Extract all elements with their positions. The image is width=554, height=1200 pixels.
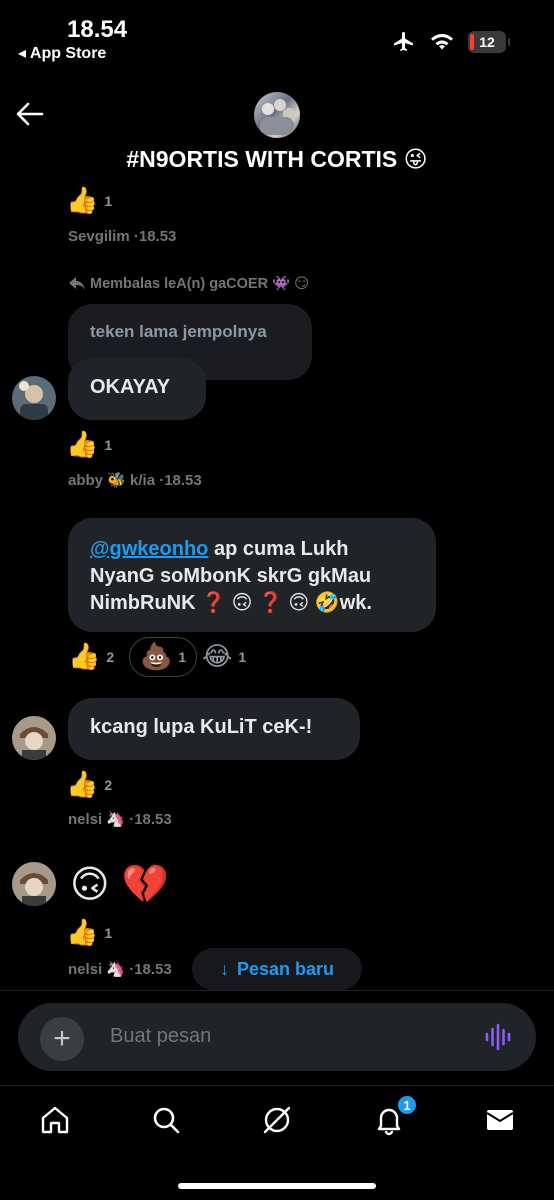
message-meta: nelsi 🦄 ·18.53 (68, 811, 172, 828)
thumbs-up-reaction: 👍 (68, 642, 101, 672)
group-avatar[interactable] (254, 92, 300, 138)
voice-message-icon[interactable] (484, 1023, 512, 1051)
notification-badge: 1 (396, 1094, 418, 1116)
message-input[interactable]: Buat pesan (110, 1025, 211, 1048)
reaction-row[interactable]: 👍 1 (66, 432, 112, 458)
reaction-pill-laugh[interactable]: 😂 1 (192, 637, 256, 677)
status-icons: 12 (392, 30, 510, 54)
battery-level: 12 (479, 34, 495, 50)
back-arrow-icon[interactable] (14, 100, 46, 128)
poop-reaction: 💩 (140, 642, 173, 672)
mail-icon (486, 1110, 514, 1130)
message-line: NimbRuNK ❓ 🙃 ❓ 🙃 🤣wk. (90, 592, 372, 614)
tab-grok[interactable] (257, 1100, 297, 1140)
avatar-image (12, 862, 56, 906)
tab-search[interactable] (146, 1100, 186, 1140)
reaction-count: 2 (106, 649, 115, 665)
new-messages-label: Pesan baru (236, 958, 335, 979)
grok-icon (263, 1106, 291, 1134)
home-indicator (178, 1183, 376, 1189)
avatar-image (12, 376, 56, 420)
thumbs-up-reaction: 👍 (66, 430, 99, 460)
message-meta: Sevgilim ·18.53 (68, 228, 177, 245)
back-to-app-store[interactable]: ◂ App Store (18, 43, 106, 63)
reaction-count: 1 (238, 649, 247, 665)
group-photo (260, 99, 295, 135)
airplane-icon (394, 32, 413, 51)
wifi-icon (431, 34, 453, 50)
tab-home[interactable] (35, 1100, 75, 1140)
group-title[interactable]: #N9ORTIS WITH CORTIS 😜 (0, 146, 554, 173)
arrow-down-icon: ↓ (219, 958, 229, 979)
message-meta: abby 🐝 k/ia ·18.53 (68, 472, 202, 489)
reaction-count: 1 (178, 649, 187, 665)
message-meta: nelsi 🦄 ·18.53 (68, 961, 172, 978)
search-icon (153, 1107, 180, 1134)
message-bubble[interactable]: @gwkeonho ap cuma Lukh NyanG soMbonK skr… (68, 518, 436, 632)
new-messages-button[interactable]: ↓ Pesan baru (192, 948, 362, 990)
message-composer[interactable]: + Buat pesan (18, 1003, 536, 1071)
avatar[interactable] (12, 862, 56, 906)
emoji-message[interactable]: 🙃 💔 (70, 860, 169, 908)
message-line: NyanG soMbonK skrG gkMau (90, 565, 372, 587)
quoted-text: teken lama jempolnya (90, 322, 267, 341)
avatar[interactable] (12, 376, 56, 420)
reply-arrow-icon (69, 276, 85, 290)
status-bar: 18.54 ◂ App Store 12 (0, 0, 554, 80)
reply-label: Membalas leA(n) gaCOER 👾 😏 (90, 276, 310, 292)
message-text: kcang lupa KuLiT ceK-! (90, 716, 313, 738)
reaction-count: 1 (104, 437, 113, 453)
battery-indicator: 12 (468, 31, 510, 53)
reaction-count: 1 (104, 925, 113, 941)
user-mention-link[interactable]: @gwkeonho (90, 538, 208, 560)
reaction-row[interactable]: 👍 2 (66, 772, 112, 798)
tab-messages[interactable] (480, 1100, 520, 1140)
reaction-row[interactable]: 👍 1 (66, 188, 112, 214)
home-icon (41, 1106, 69, 1134)
message-bubble[interactable]: OKAYAY (68, 358, 206, 420)
plus-icon: + (53, 1022, 71, 1055)
reply-indicator[interactable]: Membalas leA(n) gaCOER 👾 😏 (68, 275, 309, 292)
reaction-pill-poop[interactable]: 💩 1 (129, 637, 198, 677)
composer-area: + Buat pesan (0, 990, 554, 1085)
message-text: ap cuma Lukh (208, 538, 349, 560)
message-line: @gwkeonho ap cuma Lukh (90, 536, 414, 563)
add-attachment-button[interactable]: + (40, 1017, 84, 1061)
status-time: 18.54 (67, 16, 128, 43)
reaction-row[interactable]: 👍 1 (66, 920, 112, 946)
message-text: OKAYAY (90, 376, 171, 398)
thumbs-up-reaction: 👍 (66, 918, 99, 948)
reaction-count: 1 (104, 193, 113, 209)
thumbs-up-reaction: 👍 (66, 770, 99, 800)
reaction-count: 2 (104, 777, 113, 793)
reaction-pill-thumbs[interactable]: 👍 2 (58, 637, 124, 677)
message-bubble[interactable]: kcang lupa KuLiT ceK-! (68, 698, 360, 760)
laughing-reaction: 😂 (202, 642, 233, 672)
avatar-image (12, 716, 56, 760)
chat-header: #N9ORTIS WITH CORTIS 😜 (0, 80, 554, 185)
thumbs-up-reaction: 👍 (66, 186, 99, 216)
avatar[interactable] (12, 716, 56, 760)
